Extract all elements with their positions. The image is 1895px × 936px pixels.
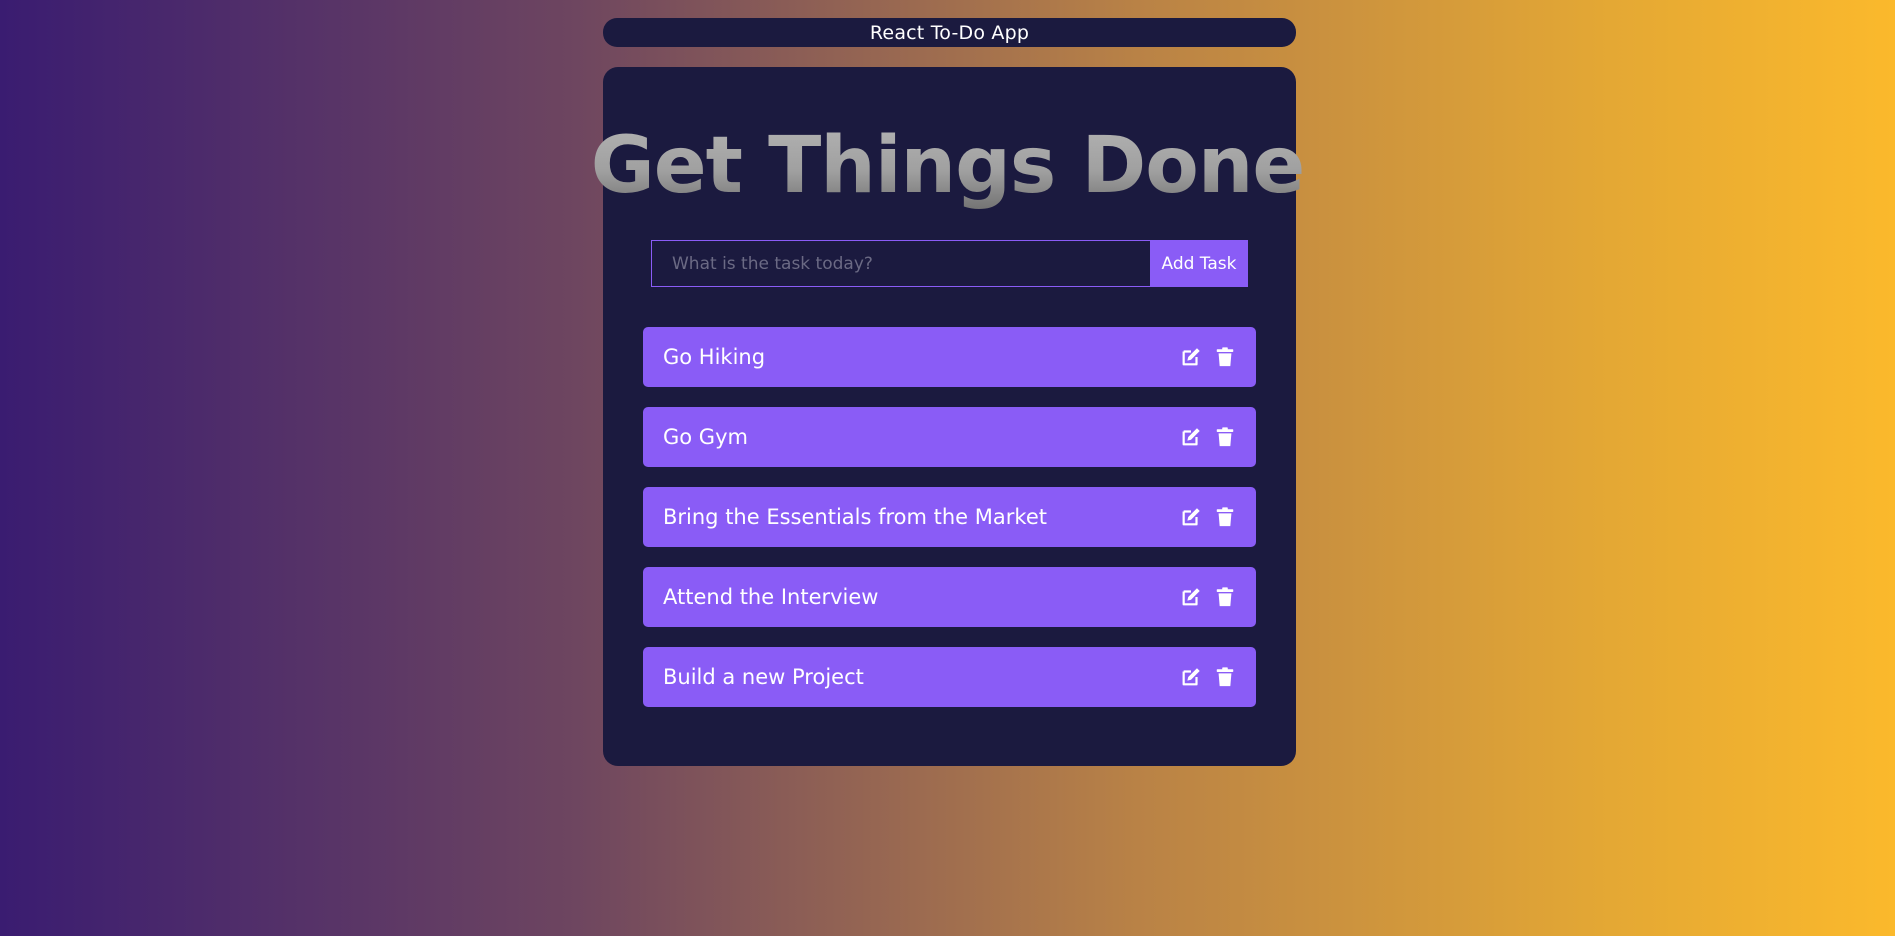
page-title: Get Things Done [0,118,1895,214]
trash-icon[interactable] [1214,506,1236,528]
task-actions [1180,346,1236,368]
edit-icon[interactable] [1180,506,1202,528]
task-actions [1180,666,1236,688]
edit-icon[interactable] [1180,426,1202,448]
task-item: Attend the Interview [643,567,1256,627]
task-text: Go Gym [663,425,748,449]
task-actions [1180,586,1236,608]
task-text: Bring the Essentials from the Market [663,505,1047,529]
task-list: Go Hiking Go Gym Bring the Essentials fr… [643,327,1256,727]
task-text: Go Hiking [663,345,766,369]
task-input[interactable] [651,240,1150,287]
app-header: React To-Do App [603,18,1296,47]
trash-icon[interactable] [1214,346,1236,368]
task-text: Attend the Interview [663,585,879,609]
app-title: React To-Do App [869,21,1030,44]
edit-icon[interactable] [1180,586,1202,608]
trash-icon[interactable] [1214,586,1236,608]
task-actions [1180,426,1236,448]
task-form: Add Task [651,240,1248,287]
task-item: Bring the Essentials from the Market [643,487,1256,547]
edit-icon[interactable] [1180,666,1202,688]
task-actions [1180,506,1236,528]
task-item: Build a new Project [643,647,1256,707]
trash-icon[interactable] [1214,426,1236,448]
task-item: Go Hiking [643,327,1256,387]
add-task-button[interactable]: Add Task [1150,240,1248,287]
trash-icon[interactable] [1214,666,1236,688]
task-text: Build a new Project [663,665,864,689]
task-item: Go Gym [643,407,1256,467]
edit-icon[interactable] [1180,346,1202,368]
